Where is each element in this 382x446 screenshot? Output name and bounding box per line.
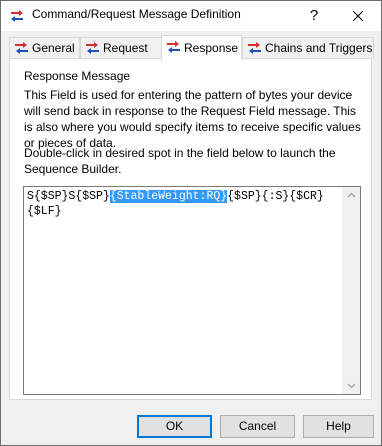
response-message-text[interactable]: S{$SP}S{$SP}{StableWeight:RQ}{$SP}{:S}{$… <box>27 189 337 219</box>
scroll-down-icon[interactable] <box>343 377 360 394</box>
help-button[interactable]: Help <box>303 415 374 438</box>
ok-button[interactable]: OK <box>137 415 212 438</box>
exchange-arrows-icon <box>9 8 25 24</box>
window-title: Command/Request Message Definition <box>32 7 241 21</box>
message-text-before-selection: S{$SP}S{$SP} <box>27 190 110 203</box>
exchange-arrows-icon <box>247 41 263 55</box>
vertical-scrollbar[interactable] <box>342 187 360 394</box>
tab-strip: General Request Response Chains and Trig… <box>9 35 374 60</box>
tab-label: Chains and Triggers <box>265 41 373 55</box>
description-text: This Field is used for entering the patt… <box>24 88 361 150</box>
tab-label: Request <box>103 41 148 55</box>
dialog-window: Command/Request Message Definition ? Gen… <box>0 0 382 446</box>
response-tab-panel: Response Message This Field is used for … <box>9 58 372 400</box>
title-bar[interactable]: Command/Request Message Definition ? <box>1 1 381 31</box>
response-message-field[interactable]: S{$SP}S{$SP}{StableWeight:RQ}{$SP}{:S}{$… <box>23 186 361 395</box>
tab-request[interactable]: Request <box>80 37 162 58</box>
tab-label: Response <box>184 41 239 55</box>
hint-text: Double-click in desired spot in the fiel… <box>24 146 336 176</box>
tab-response[interactable]: Response <box>161 35 242 60</box>
tab-chains-and-triggers[interactable]: Chains and Triggers <box>242 37 374 58</box>
close-icon[interactable] <box>335 1 381 31</box>
exchange-arrows-icon <box>14 41 30 55</box>
cancel-button[interactable]: Cancel <box>220 415 295 438</box>
help-icon[interactable]: ? <box>291 1 337 31</box>
tab-label: General <box>32 41 75 55</box>
response-message-label: Response Message <box>24 69 131 83</box>
exchange-arrows-icon <box>85 41 101 55</box>
scroll-up-icon[interactable] <box>343 187 360 204</box>
tab-general[interactable]: General <box>9 37 80 58</box>
selected-token[interactable]: {StableWeight:RQ} <box>109 190 228 203</box>
exchange-arrows-icon <box>166 40 182 54</box>
